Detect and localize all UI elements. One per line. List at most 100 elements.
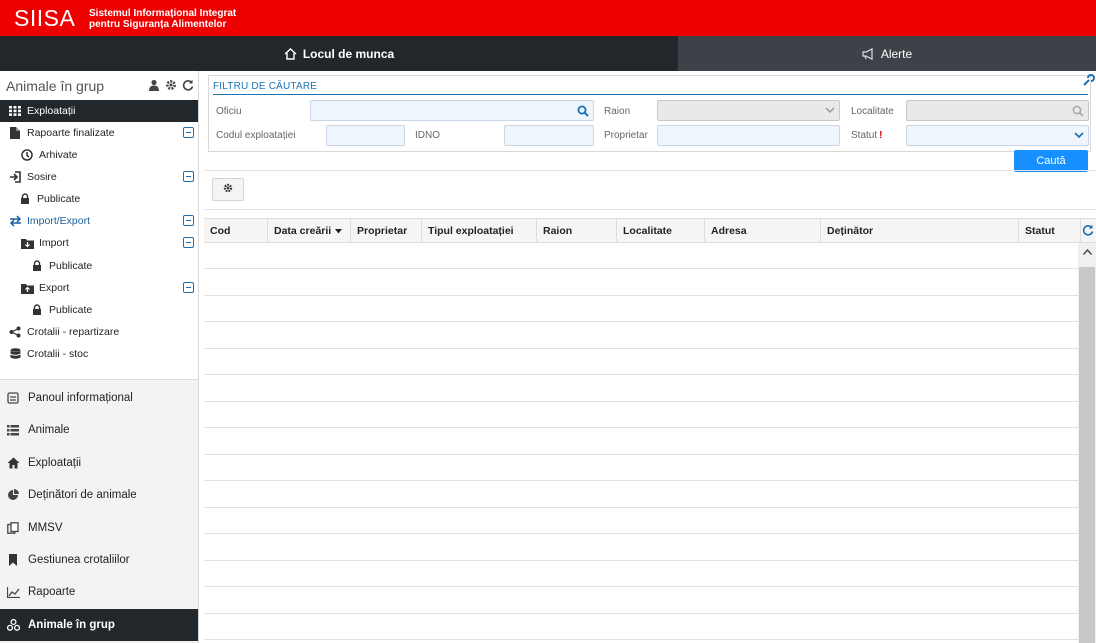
module-gestiunea-crotaliilor[interactable]: Gestiunea crotaliilor <box>0 544 198 576</box>
filter-divider <box>213 94 1088 95</box>
module-detinatori[interactable]: Deținători de animale <box>0 479 198 511</box>
column-header-cod[interactable]: Cod <box>204 219 268 243</box>
nav-alerts[interactable]: Alerte <box>678 36 1096 71</box>
module-label: MMSV <box>28 522 63 534</box>
column-header-proprietar[interactable]: Proprietar <box>351 219 422 243</box>
oficiu-input[interactable] <box>310 100 594 121</box>
exchange-icon <box>8 214 22 228</box>
nav-workplace[interactable]: Locul de munca <box>0 36 678 71</box>
sidebar-item-exploatatii[interactable]: Exploatații <box>0 100 198 122</box>
sidebar-item-crotalii-repartizare[interactable]: Crotalii - repartizare <box>0 321 198 343</box>
cubes-icon <box>6 618 20 632</box>
module-exploatatii[interactable]: Exploatații <box>0 447 198 479</box>
statut-select[interactable] <box>906 125 1089 146</box>
list-icon <box>6 423 20 437</box>
cod-exploatatie-input[interactable] <box>326 125 405 146</box>
localitate-input[interactable] <box>906 100 1089 121</box>
column-header-detinator[interactable]: Deținător <box>821 219 1019 243</box>
sidebar-item-arhivate[interactable]: Arhivate <box>0 144 198 166</box>
search-icon[interactable] <box>577 105 589 120</box>
cod-exploatatie-label: Codul exploatației <box>216 130 296 141</box>
column-header-adresa[interactable]: Adresa <box>705 219 821 243</box>
table-row[interactable] <box>204 243 1078 269</box>
module-animale-in-grup[interactable]: Animale în grup <box>0 609 198 641</box>
search-button[interactable]: Caută <box>1014 150 1088 172</box>
module-label: Gestiunea crotaliilor <box>28 554 130 566</box>
settings-button[interactable] <box>212 178 244 201</box>
module-panoul-informational[interactable]: Panoul informațional <box>0 382 198 414</box>
app-header: SIISA Sistemul Informațional Integrat pe… <box>0 0 1096 36</box>
lock-icon <box>18 192 32 206</box>
statut-label: Statut! <box>851 130 882 141</box>
scrollbar-thumb[interactable] <box>1079 267 1095 643</box>
chevron-down-icon <box>825 105 835 118</box>
sidebar-item-rapoarte-finalizate[interactable]: Rapoarte finalizate <box>0 122 198 144</box>
proprietar-input[interactable] <box>657 125 840 146</box>
sort-desc-icon <box>335 225 343 237</box>
folder-upload-icon <box>20 281 34 295</box>
nav-alerts-label: Alerte <box>880 46 913 61</box>
sidebar-item-sosire-publicate[interactable]: Publicate <box>0 188 198 210</box>
sidebar-item-sosire[interactable]: Sosire <box>0 166 198 188</box>
collapse-icon[interactable] <box>183 171 194 182</box>
table-row[interactable] <box>204 296 1078 322</box>
table-row[interactable] <box>204 508 1078 534</box>
raion-select[interactable] <box>657 100 840 121</box>
table-row[interactable] <box>204 455 1078 481</box>
table-row[interactable] <box>204 482 1078 508</box>
sidebar-item-import-publicate[interactable]: Publicate <box>0 255 198 277</box>
folder-download-icon <box>20 236 34 250</box>
column-header-data-crearii[interactable]: Data creării <box>268 219 351 243</box>
sidebar-item-crotalii-stoc[interactable]: Crotalii - stoc <box>0 343 198 365</box>
column-header-tipul-exploatatiei[interactable]: Tipul exploatației <box>422 219 537 243</box>
raion-label: Raion <box>604 106 631 117</box>
search-filter-panel: FILTRU DE CĂUTARE Oficiu Raion Localitat… <box>208 75 1091 152</box>
table-row[interactable] <box>204 323 1078 349</box>
vertical-scrollbar[interactable] <box>1078 243 1096 643</box>
app-subtitle: Sistemul Informațional Integrat pentru S… <box>89 8 236 30</box>
table-row[interactable] <box>204 376 1078 402</box>
wrench-icon[interactable] <box>1083 74 1095 89</box>
collapse-icon[interactable] <box>183 127 194 138</box>
idno-label: IDNO <box>415 130 440 141</box>
user-icon[interactable] <box>148 79 160 94</box>
sidebar-header: Animale în grup <box>0 71 199 100</box>
column-header-statut[interactable]: Statut <box>1019 219 1081 243</box>
refresh-icon[interactable] <box>182 79 194 94</box>
table-row[interactable] <box>204 588 1078 614</box>
sidebar-item-export-publicate[interactable]: Publicate <box>0 299 198 321</box>
refresh-icon[interactable] <box>1082 224 1094 239</box>
collapse-icon[interactable] <box>183 237 194 248</box>
app-logo[interactable]: SIISA <box>14 5 75 32</box>
table-row[interactable] <box>204 614 1078 640</box>
table-row[interactable] <box>204 349 1078 375</box>
bookmark-icon <box>6 553 20 567</box>
column-header-localitate[interactable]: Localitate <box>617 219 705 243</box>
table-row[interactable] <box>204 402 1078 428</box>
collapse-icon[interactable] <box>183 215 194 226</box>
idno-input[interactable] <box>504 125 594 146</box>
pie-chart-icon <box>6 488 20 502</box>
table-row[interactable] <box>204 270 1078 296</box>
table-row[interactable] <box>204 561 1078 587</box>
column-label: Adresa <box>711 225 747 237</box>
module-rapoarte[interactable]: Rapoarte <box>0 576 198 608</box>
sidebar-tools <box>148 79 194 94</box>
copy-icon <box>6 521 20 535</box>
sidebar-title: Animale în grup <box>6 78 105 94</box>
sidebar-item-import-export[interactable]: Import/Export <box>0 210 198 232</box>
table-row[interactable] <box>204 429 1078 455</box>
grid-icon <box>8 104 22 118</box>
sidebar-item-export[interactable]: Export <box>0 277 198 299</box>
share-icon <box>8 325 22 339</box>
sidebar-item-import[interactable]: Import <box>0 232 198 254</box>
table-row[interactable] <box>204 535 1078 561</box>
sidebar-item-label: Import/Export <box>27 215 91 227</box>
module-mmsv[interactable]: MMSV <box>0 512 198 544</box>
column-header-raion[interactable]: Raion <box>537 219 617 243</box>
gear-icon[interactable] <box>165 79 177 94</box>
sidebar-item-label: Arhivate <box>39 149 78 161</box>
scroll-up-icon[interactable] <box>1078 243 1096 261</box>
collapse-icon[interactable] <box>183 282 194 293</box>
module-animale[interactable]: Animale <box>0 414 198 446</box>
